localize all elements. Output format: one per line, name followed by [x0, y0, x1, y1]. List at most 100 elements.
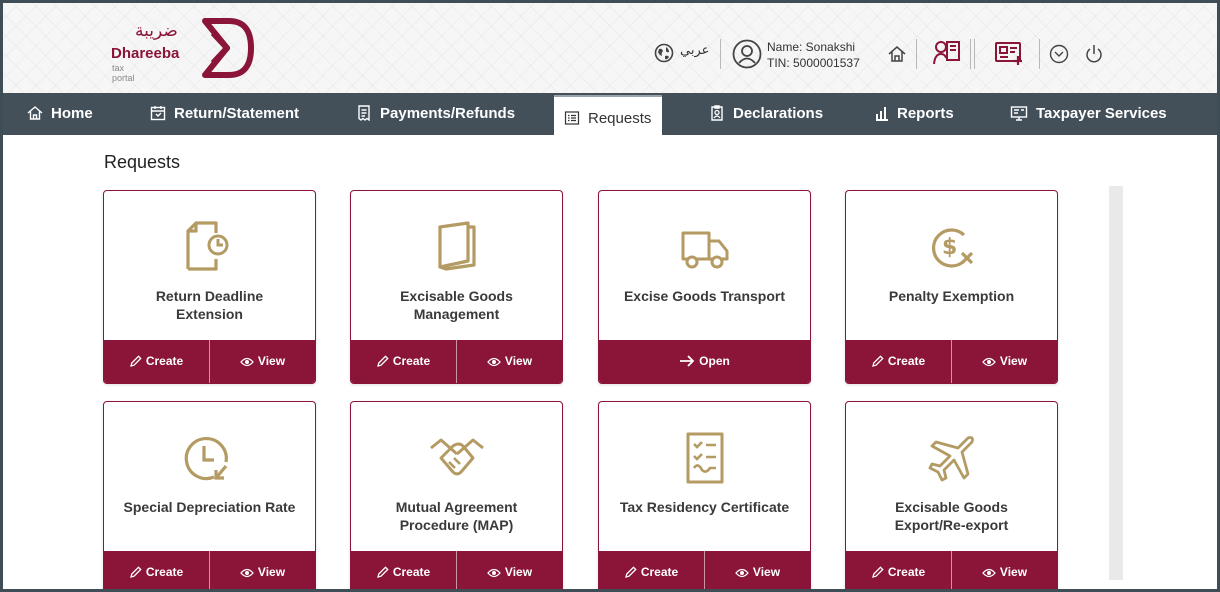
- app-frame: ضريبة Dhareeba tax portal عربي Name: Son…: [3, 3, 1217, 589]
- eye-icon: [735, 568, 749, 578]
- calendar-icon: [150, 106, 166, 121]
- view-button[interactable]: View: [210, 340, 315, 383]
- card-excise-goods-transport: Excise Goods Transport Open: [598, 190, 811, 384]
- view-button[interactable]: View: [457, 340, 562, 383]
- user-info: Name: Sonakshi TIN: 5000001537: [767, 39, 860, 71]
- pencil-icon: [129, 566, 142, 578]
- main-nav: Home Return/Statement Payments/Refunds R…: [3, 93, 1217, 135]
- card-title: Penalty Exemption: [888, 288, 1015, 304]
- user-avatar-icon[interactable]: [732, 39, 762, 69]
- card-excisable-goods-export: Excisable Goods Export/Re-export Create …: [845, 401, 1058, 589]
- card-special-depreciation-rate: Special Depreciation Rate Create View: [103, 401, 316, 589]
- nav-requests[interactable]: Requests: [554, 95, 662, 135]
- pencil-icon: [871, 566, 884, 578]
- eye-icon: [487, 568, 501, 578]
- nav-taxpayer-label: Taxpayer Services: [1036, 105, 1167, 122]
- pencil-icon: [376, 566, 389, 578]
- home-icon: [27, 106, 43, 120]
- card-title: Excisable Goods Export/Re-export: [894, 499, 1009, 533]
- monitor-icon: [1010, 106, 1028, 121]
- nav-return-label: Return/Statement: [174, 105, 300, 122]
- card-title: Mutual Agreement Procedure (MAP): [395, 499, 518, 533]
- chevron-down-icon[interactable]: [1049, 44, 1069, 64]
- power-icon[interactable]: [1084, 43, 1104, 65]
- divider: [974, 39, 975, 69]
- divider: [1039, 39, 1040, 69]
- globe-icon[interactable]: [654, 43, 674, 63]
- create-button[interactable]: Create: [104, 551, 210, 589]
- home-icon[interactable]: [887, 44, 907, 64]
- view-button[interactable]: View: [210, 551, 315, 589]
- logo-subtitle: tax portal: [112, 63, 135, 83]
- pencil-icon: [129, 355, 142, 367]
- create-button[interactable]: Create: [599, 551, 705, 589]
- view-button[interactable]: View: [457, 551, 562, 589]
- checklist-icon: [686, 432, 723, 484]
- divider: [720, 39, 721, 69]
- scrollbar[interactable]: [1109, 186, 1123, 580]
- nav-declarations-label: Declarations: [733, 105, 824, 122]
- eye-icon: [982, 357, 996, 367]
- page-title: Requests: [104, 152, 181, 172]
- logo-name: Dhareeba: [111, 45, 180, 62]
- create-button[interactable]: Create: [846, 340, 952, 383]
- divider: [916, 39, 917, 69]
- user-name: Name: Sonakshi: [767, 40, 856, 54]
- list-icon: [564, 111, 580, 125]
- logo-arabic: ضريبة: [135, 21, 178, 41]
- view-button[interactable]: View: [705, 551, 810, 589]
- language-switch[interactable]: عربي: [680, 43, 709, 58]
- nav-payments-refunds[interactable]: Payments/Refunds: [356, 93, 515, 135]
- clipboard-user-icon: [711, 105, 723, 121]
- eye-icon: [982, 568, 996, 578]
- create-button[interactable]: Create: [351, 551, 457, 589]
- card-penalty-exemption: $ Penalty Exemption Create View: [845, 190, 1058, 384]
- card-title: Special Depreciation Rate: [123, 499, 296, 515]
- nav-return-statement[interactable]: Return/Statement: [150, 93, 299, 135]
- svg-text:$: $: [942, 235, 957, 260]
- dhareeba-logo-icon: [202, 18, 254, 78]
- id-card-add-icon[interactable]: [994, 40, 1024, 66]
- arrow-right-icon: [680, 355, 695, 367]
- view-button[interactable]: View: [952, 340, 1057, 383]
- header: ضريبة Dhareeba tax portal عربي Name: Son…: [3, 3, 1217, 93]
- truck-icon: [681, 231, 728, 269]
- nav-requests-label: Requests: [588, 110, 652, 127]
- card-title: Return Deadline Extension: [155, 288, 264, 322]
- document-clock-icon: [185, 221, 228, 271]
- card-tax-residency-certificate: Tax Residency Certificate Create View: [598, 401, 811, 589]
- card-return-deadline-extension: Return Deadline Extension Create View: [103, 190, 316, 384]
- create-button[interactable]: Create: [351, 340, 457, 383]
- create-button[interactable]: Create: [846, 551, 952, 589]
- clock-arrow-icon: [184, 436, 228, 481]
- handshake-icon: [429, 438, 484, 476]
- nav-home[interactable]: Home: [27, 93, 93, 135]
- view-button[interactable]: View: [952, 551, 1057, 589]
- nav-reports[interactable]: Reports: [875, 93, 954, 135]
- user-tin: TIN: 5000001537: [767, 56, 860, 70]
- card-mutual-agreement-procedure: Mutual Agreement Procedure (MAP) Create …: [350, 401, 563, 589]
- user-manual-icon[interactable]: [932, 38, 962, 68]
- airplane-icon: [928, 436, 974, 482]
- nav-declarations[interactable]: Declarations: [709, 93, 823, 135]
- nav-home-label: Home: [51, 105, 93, 122]
- pencil-icon: [871, 355, 884, 367]
- eye-icon: [240, 357, 254, 367]
- create-button[interactable]: Create: [104, 340, 210, 383]
- card-title: Tax Residency Certificate: [619, 499, 790, 515]
- dollar-cancel-icon: $: [931, 228, 973, 268]
- book-icon: [437, 221, 476, 271]
- pencil-icon: [624, 566, 637, 578]
- pencil-icon: [376, 355, 389, 367]
- card-excisable-goods-management: Excisable Goods Management Create View: [350, 190, 563, 384]
- nav-payments-label: Payments/Refunds: [380, 105, 516, 122]
- receipt-icon: [358, 105, 370, 122]
- nav-taxpayer-services[interactable]: Taxpayer Services: [1010, 93, 1167, 135]
- open-button[interactable]: Open: [599, 340, 810, 383]
- card-title: Excisable Goods Management: [400, 288, 513, 322]
- divider: [970, 39, 971, 69]
- bar-chart-icon: [876, 107, 888, 121]
- eye-icon: [240, 568, 254, 578]
- card-title: Excise Goods Transport: [623, 288, 786, 304]
- nav-reports-label: Reports: [897, 105, 954, 122]
